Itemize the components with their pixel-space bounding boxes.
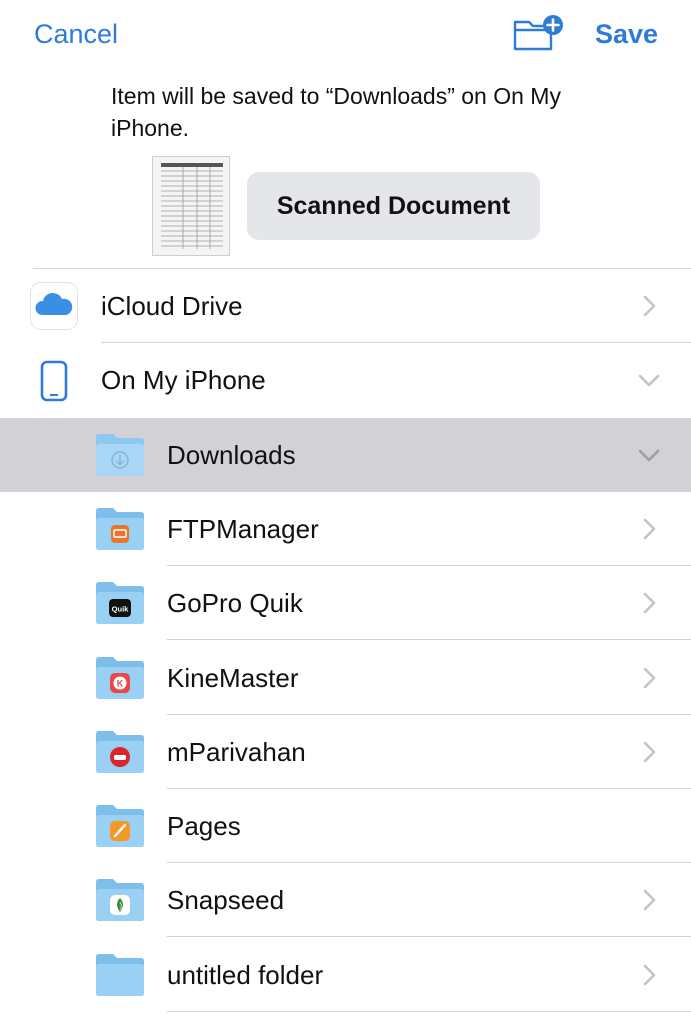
chevron-right-icon [643, 889, 656, 911]
chevron-down-icon [638, 374, 660, 387]
file-name-field[interactable]: Scanned Document [247, 172, 540, 240]
folder-icon [95, 433, 145, 477]
folder-row-pages[interactable]: Pages [0, 789, 691, 863]
cancel-button[interactable]: Cancel [34, 14, 118, 54]
location-label: iCloud Drive [101, 291, 243, 321]
chevron-right-icon [643, 964, 656, 986]
folder-row-snapseed[interactable]: Snapseed [0, 863, 691, 937]
save-location-message: Item will be saved to “Downloads” on On … [111, 83, 561, 141]
svg-text:Quik: Quik [112, 605, 129, 614]
folder-row-untitled-folder[interactable]: untitled folder [0, 938, 691, 1012]
chevron-right-icon [643, 667, 656, 689]
location-row-icloud-drive[interactable]: iCloud Drive [0, 269, 691, 343]
folder-icon [95, 878, 145, 922]
folder-label: FTPManager [167, 514, 319, 544]
folder-label: mParivahan [167, 737, 306, 767]
location-label: On My iPhone [101, 365, 266, 395]
folder-icon: Quik [95, 581, 145, 625]
folder-row-kinemaster[interactable]: K KineMaster [0, 641, 691, 715]
chevron-right-icon [643, 295, 656, 317]
folder-icon: K [95, 656, 145, 700]
folder-row-ftpmanager[interactable]: FTPManager [0, 492, 691, 566]
icloud-icon [30, 282, 78, 330]
save-button[interactable]: Save [595, 14, 658, 54]
svg-text:K: K [117, 679, 124, 689]
document-thumbnail [152, 156, 230, 256]
folder-label: Snapseed [167, 885, 285, 915]
iphone-icon [40, 360, 68, 402]
folder-label: Downloads [167, 440, 296, 470]
folder-label: GoPro Quik [167, 588, 303, 618]
folder-row-gopro-quik[interactable]: Quik GoPro Quik [0, 566, 691, 640]
folder-label: untitled folder [167, 960, 324, 990]
folder-row-mparivahan[interactable]: mParivahan [0, 715, 691, 789]
folder-icon [95, 507, 145, 551]
folder-plus-icon [513, 15, 563, 51]
folder-icon [95, 953, 145, 997]
location-row-on-my-iphone[interactable]: On My iPhone [0, 343, 691, 417]
chevron-right-icon [643, 518, 656, 540]
folder-icon [95, 730, 145, 774]
save-to-files-sheet: Cancel Save Item will be saved to “Downl… [0, 0, 691, 1024]
new-folder-button[interactable] [513, 14, 565, 54]
chevron-right-icon [643, 592, 656, 614]
folder-row-downloads[interactable]: Downloads [0, 418, 691, 492]
chevron-down-icon [638, 449, 660, 462]
chevron-right-icon [643, 741, 656, 763]
folder-label: KineMaster [167, 663, 299, 693]
folder-icon [95, 804, 145, 848]
folder-label: Pages [167, 811, 241, 841]
